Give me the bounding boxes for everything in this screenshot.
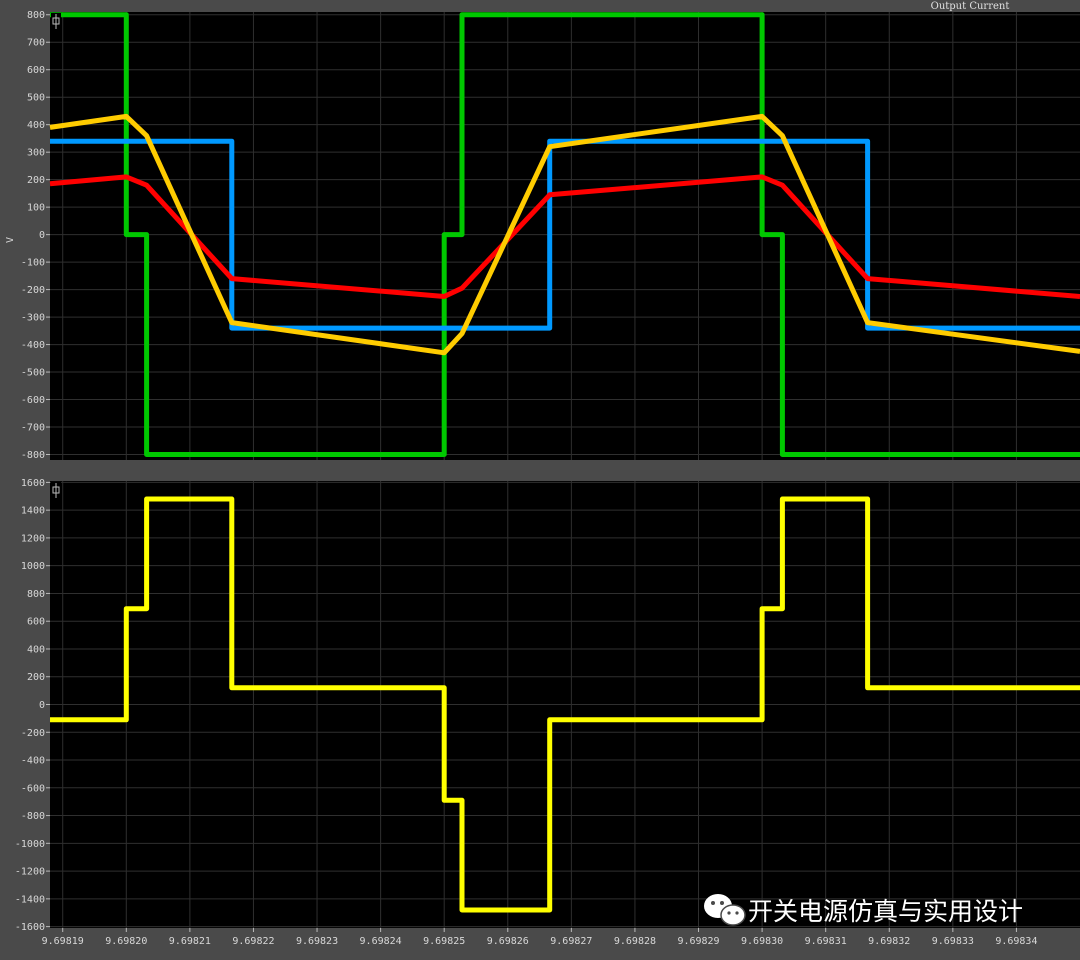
x-tick-label: 9.69821 [169, 936, 211, 947]
voltage-pane: 800 700 600 500 400 300 200 100 0 -100 -200 -300 -40… [5, 10, 1080, 461]
y-tick-label: -500 [21, 368, 45, 379]
y-tick-label: -200 [21, 285, 45, 296]
y-tick-label: 300 [27, 148, 45, 159]
y-tick-label: 1200 [21, 533, 45, 544]
y-tick-label: -1000 [15, 839, 45, 850]
oscilloscope-view: 8007006005004003002001000-100-200-300-40… [0, 0, 1080, 960]
y-tick-label: 200 [27, 175, 45, 186]
y-tick-label: -200 [21, 728, 45, 739]
x-tick-label: 9.69831 [805, 936, 847, 947]
y-tick-label: -800 [21, 811, 45, 822]
voltage-y-axis-label: V [5, 237, 16, 243]
y-tick-label: -600 [21, 395, 45, 406]
pane-handle-icon[interactable] [51, 482, 61, 499]
x-tick-label: 9.69824 [360, 936, 402, 947]
x-tick-label: 9.69827 [550, 936, 592, 947]
x-tick-label: 9.69828 [614, 936, 656, 947]
x-tick-label: 9.69829 [677, 936, 719, 947]
y-tick-label: -1200 [15, 867, 45, 878]
y-tick-label: -400 [21, 756, 45, 767]
y-tick-label: 700 [27, 38, 45, 49]
x-tick-label: 9.69834 [995, 936, 1037, 947]
x-tick-label: 9.69826 [487, 936, 529, 947]
x-tick-label: 9.69820 [105, 936, 147, 947]
y-tick-label: 400 [27, 120, 45, 131]
y-tick-label: 600 [27, 617, 45, 628]
y-tick-label: 600 [27, 65, 45, 76]
voltage-plot-area [50, 12, 1080, 460]
pane-handle-icon[interactable] [51, 13, 61, 30]
output-current-title: Output Current [931, 1, 1010, 12]
x-tick-label: 9.69832 [868, 936, 910, 947]
y-tick-label: 200 [27, 672, 45, 683]
x-tick-label: 9.69823 [296, 936, 338, 947]
y-tick-label: -700 [21, 423, 45, 434]
y-tick-label: -400 [21, 340, 45, 351]
current-pane: 1600 1400 1200 1000 800 600 400 200 0 -200 -400 -60… [15, 478, 1080, 933]
y-tick-label: 800 [27, 10, 45, 21]
x-tick-label: 9.69833 [932, 936, 974, 947]
y-tick-label: -300 [21, 313, 45, 324]
watermark-text: 开关电源仿真与实用设计 [748, 897, 1023, 926]
y-tick-label: 0 [39, 700, 45, 711]
y-tick-label: -1400 [15, 894, 45, 905]
y-tick-label: -100 [21, 258, 45, 269]
y-tick-label: 1400 [21, 506, 45, 517]
x-tick-label: 9.69819 [42, 936, 84, 947]
y-tick-label: 800 [27, 589, 45, 600]
y-tick-label: 500 [27, 93, 45, 104]
y-tick-label: 1000 [21, 561, 45, 572]
x-tick-label: 9.69822 [232, 936, 274, 947]
x-tick-label: 9.69830 [741, 936, 783, 947]
y-tick-label: 1600 [21, 478, 45, 489]
y-tick-label: 0 [39, 230, 45, 241]
y-tick-label: -1600 [15, 922, 45, 933]
y-tick-label: -600 [21, 783, 45, 794]
x-tick-label: 9.69825 [423, 936, 465, 947]
watermark: 开关电源仿真与实用设计 [704, 894, 1023, 926]
y-tick-label: 100 [27, 203, 45, 214]
y-tick-label: 400 [27, 644, 45, 655]
y-tick-label: -800 [21, 450, 45, 461]
